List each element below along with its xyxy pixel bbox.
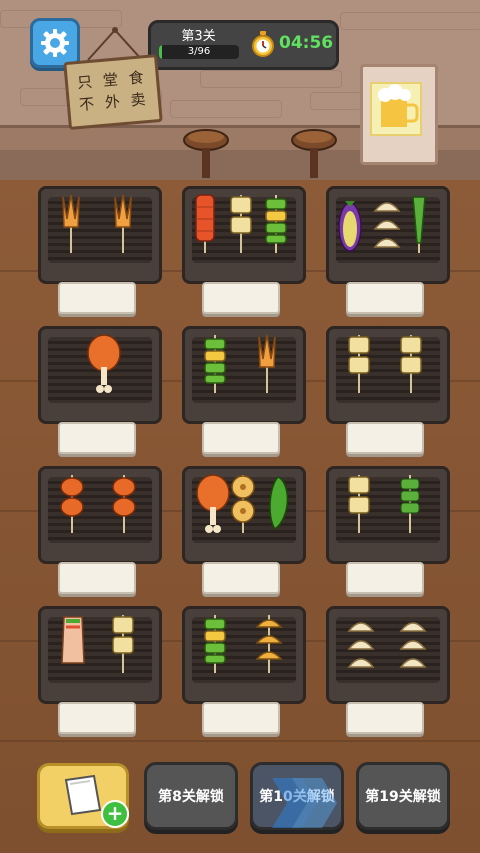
eggplant-icon[interactable]: [337, 193, 363, 255]
waiting-tray[interactable]: [346, 702, 424, 734]
level-hud: 第3关 3/96 04:56: [148, 20, 339, 70]
beer-poster: [360, 64, 438, 165]
green-pepper-skewer-icon[interactable]: [202, 333, 228, 395]
stool: [183, 129, 229, 178]
dumpling-skewer-icon[interactable]: [254, 613, 284, 675]
unlock-level-8-button[interactable]: 第8关解锁: [144, 762, 238, 830]
unlock-level-10-label: 第10关解锁: [259, 789, 335, 805]
level-label: 第3关: [181, 29, 216, 44]
unlock-level-10-button[interactable]: 第10关解锁: [250, 762, 344, 830]
stopwatch-icon: [252, 31, 274, 57]
dumpling-icon[interactable]: [398, 613, 428, 675]
gear-icon: [41, 29, 69, 57]
waiting-tray[interactable]: [58, 422, 136, 454]
grill-g10[interactable]: [38, 606, 162, 704]
grill-g9[interactable]: [326, 466, 450, 564]
grill-g7[interactable]: [38, 466, 162, 564]
chicken-feet-icon[interactable]: [58, 193, 84, 255]
wall-brick: [340, 12, 480, 30]
plus-icon[interactable]: +: [101, 800, 129, 828]
level-progress-text: 3/96: [187, 46, 211, 57]
grill-g5[interactable]: [182, 326, 306, 424]
grill-g2[interactable]: [182, 186, 306, 284]
grill-g4[interactable]: [38, 326, 162, 424]
waiting-tray[interactable]: [346, 282, 424, 314]
waiting-tray[interactable]: [58, 562, 136, 594]
dumpling-icon[interactable]: [346, 613, 376, 675]
green-chili-icon[interactable]: [263, 473, 293, 535]
grill-g8[interactable]: [182, 466, 306, 564]
waiting-tray[interactable]: [58, 282, 136, 314]
chicken-wing-icon[interactable]: [110, 473, 138, 535]
stool: [291, 129, 337, 178]
green-pepper-skewer-icon[interactable]: [263, 193, 289, 255]
waiting-tray[interactable]: [58, 702, 136, 734]
chicken-wing-icon[interactable]: [58, 473, 86, 535]
grill-g3[interactable]: [326, 186, 450, 284]
beer-mug-icon: [370, 82, 422, 136]
wall-brick: [310, 92, 362, 110]
green-pepper-skewer-icon[interactable]: [202, 613, 228, 675]
sausage-icon[interactable]: [193, 193, 217, 255]
wall-brick: [170, 100, 282, 118]
timer-text: 04:56: [279, 33, 334, 53]
waiting-tray[interactable]: [202, 562, 280, 594]
wrap-icon[interactable]: [58, 613, 88, 675]
okra-icon[interactable]: [407, 193, 431, 255]
dumpling-icon[interactable]: [372, 193, 402, 255]
chicken-feet-icon[interactable]: [110, 193, 136, 255]
lotus-root-icon[interactable]: [228, 473, 258, 535]
waiting-tray[interactable]: [202, 422, 280, 454]
tofu-skewer-icon[interactable]: [110, 613, 136, 675]
grill-g6[interactable]: [326, 326, 450, 424]
tofu-skewer-icon[interactable]: [346, 473, 372, 535]
grill-g12[interactable]: [326, 606, 450, 704]
unlock-level-19-label: 第19关解锁: [365, 789, 441, 805]
menu-card-icon: [64, 774, 102, 816]
waiting-tray[interactable]: [346, 562, 424, 594]
grill-g1[interactable]: [38, 186, 162, 284]
tofu-skewer-icon[interactable]: [228, 193, 254, 255]
wall-brick: [200, 70, 342, 88]
waiting-tray[interactable]: [202, 282, 280, 314]
okra-skewer-icon[interactable]: [398, 473, 422, 535]
tofu-skewer-icon[interactable]: [346, 333, 372, 395]
chicken-feet-icon[interactable]: [254, 333, 280, 395]
unlock-level-19-button[interactable]: 第19关解锁: [356, 762, 450, 830]
tofu-skewer-icon[interactable]: [398, 333, 424, 395]
restaurant-sign: 只 堂 食 不 外 卖: [63, 54, 163, 130]
waiting-tray[interactable]: [202, 702, 280, 734]
level-progress-bar: 3/96: [159, 45, 239, 59]
drumstick-icon[interactable]: [84, 333, 124, 395]
unlock-level-8-label: 第8关解锁: [158, 789, 224, 805]
grill-g11[interactable]: [182, 606, 306, 704]
waiting-tray[interactable]: [346, 422, 424, 454]
